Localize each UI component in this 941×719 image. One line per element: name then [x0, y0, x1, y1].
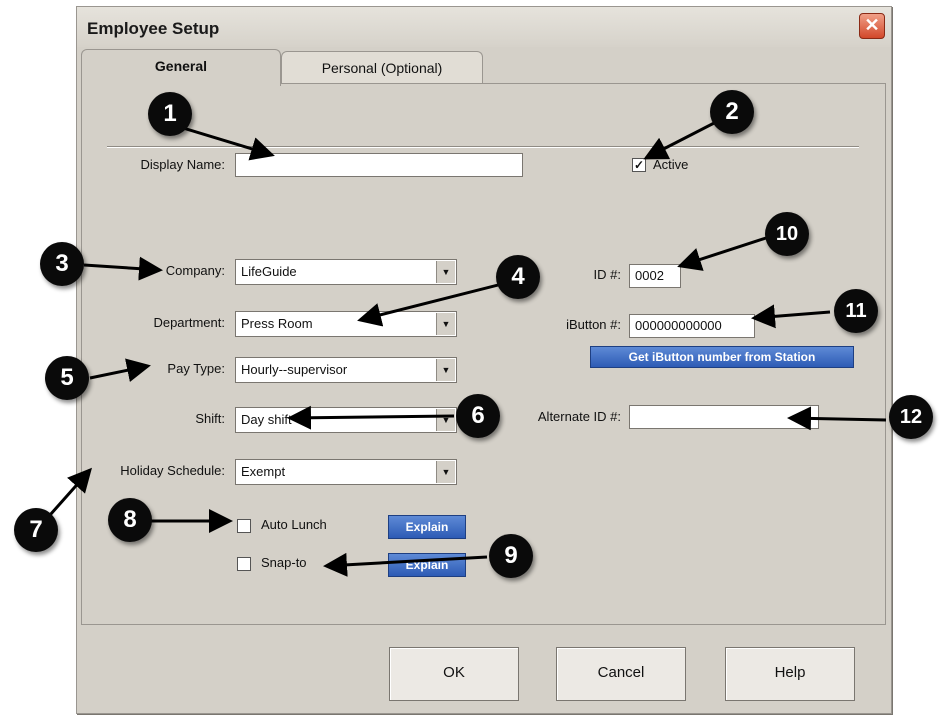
shift-value: Day shift	[241, 412, 292, 427]
auto-lunch-explain-button[interactable]: Explain	[388, 515, 466, 539]
active-label: Active	[653, 157, 689, 172]
department-select[interactable]: Press Room ▼	[235, 311, 457, 337]
ibutton-input[interactable]: 000000000000	[629, 314, 755, 338]
callout-badge-6: 6	[456, 394, 500, 438]
callout-badge-7: 7	[14, 508, 58, 552]
close-icon[interactable]: ✕	[859, 13, 885, 39]
snap-to-explain-button[interactable]: Explain	[388, 553, 466, 577]
callout-badge-3: 3	[40, 242, 84, 286]
cancel-button[interactable]: Cancel	[556, 647, 686, 701]
pay-type-select[interactable]: Hourly--supervisor ▼	[235, 357, 457, 383]
id-input[interactable]: 0002	[629, 264, 681, 288]
ibutton-label: iButton #:	[566, 317, 621, 332]
callout-badge-4: 4	[496, 255, 540, 299]
tab-personal-optional[interactable]: Personal (Optional)	[281, 51, 483, 84]
snap-to-checkbox[interactable]	[237, 557, 251, 571]
tab-general[interactable]: General	[81, 49, 281, 86]
auto-lunch-label: Auto Lunch	[261, 517, 327, 532]
ok-button[interactable]: OK	[389, 647, 519, 701]
chevron-down-icon[interactable]: ▼	[436, 261, 455, 283]
callout-badge-11: 11	[834, 289, 878, 333]
callout-badge-1: 1	[148, 92, 192, 136]
callout-badge-2: 2	[710, 90, 754, 134]
pay-type-label: Pay Type:	[167, 361, 225, 376]
window-title: Employee Setup	[87, 19, 220, 38]
chevron-down-icon[interactable]: ▼	[436, 461, 455, 483]
pay-type-value: Hourly--supervisor	[241, 362, 348, 377]
department-value: Press Room	[241, 316, 313, 331]
snap-to-label: Snap-to	[261, 555, 307, 570]
company-value: LifeGuide	[241, 264, 297, 279]
employee-setup-dialog: Employee Setup ✕ General Personal (Optio…	[76, 6, 892, 714]
shift-select[interactable]: Day shift ▼	[235, 407, 457, 433]
alternate-id-label: Alternate ID #:	[537, 409, 621, 424]
holiday-schedule-value: Exempt	[241, 464, 286, 479]
chevron-down-icon[interactable]: ▼	[436, 313, 455, 335]
chevron-down-icon[interactable]: ▼	[436, 359, 455, 381]
holiday-schedule-select[interactable]: Exempt ▼	[235, 459, 457, 485]
title-bar: Employee Setup ✕	[77, 7, 891, 47]
shift-label: Shift:	[195, 411, 225, 426]
help-button[interactable]: Help	[725, 647, 855, 701]
display-name-label: Display Name:	[140, 157, 225, 172]
callout-badge-10: 10	[765, 212, 809, 256]
auto-lunch-checkbox[interactable]	[237, 519, 251, 533]
divider	[107, 146, 859, 148]
callout-badge-9: 9	[489, 534, 533, 578]
holiday-schedule-label: Holiday Schedule:	[120, 463, 225, 478]
callout-badge-5: 5	[45, 356, 89, 400]
active-checkbox[interactable]: ✓	[632, 158, 646, 172]
company-select[interactable]: LifeGuide ▼	[235, 259, 457, 285]
company-label: Company:	[165, 263, 225, 278]
chevron-down-icon[interactable]: ▼	[436, 409, 455, 431]
get-ibutton-button[interactable]: Get iButton number from Station	[590, 346, 854, 368]
department-label: Department:	[153, 315, 225, 330]
display-name-input[interactable]	[235, 153, 523, 177]
alternate-id-input[interactable]	[629, 405, 819, 429]
callout-badge-12: 12	[889, 395, 933, 439]
callout-badge-8: 8	[108, 498, 152, 542]
